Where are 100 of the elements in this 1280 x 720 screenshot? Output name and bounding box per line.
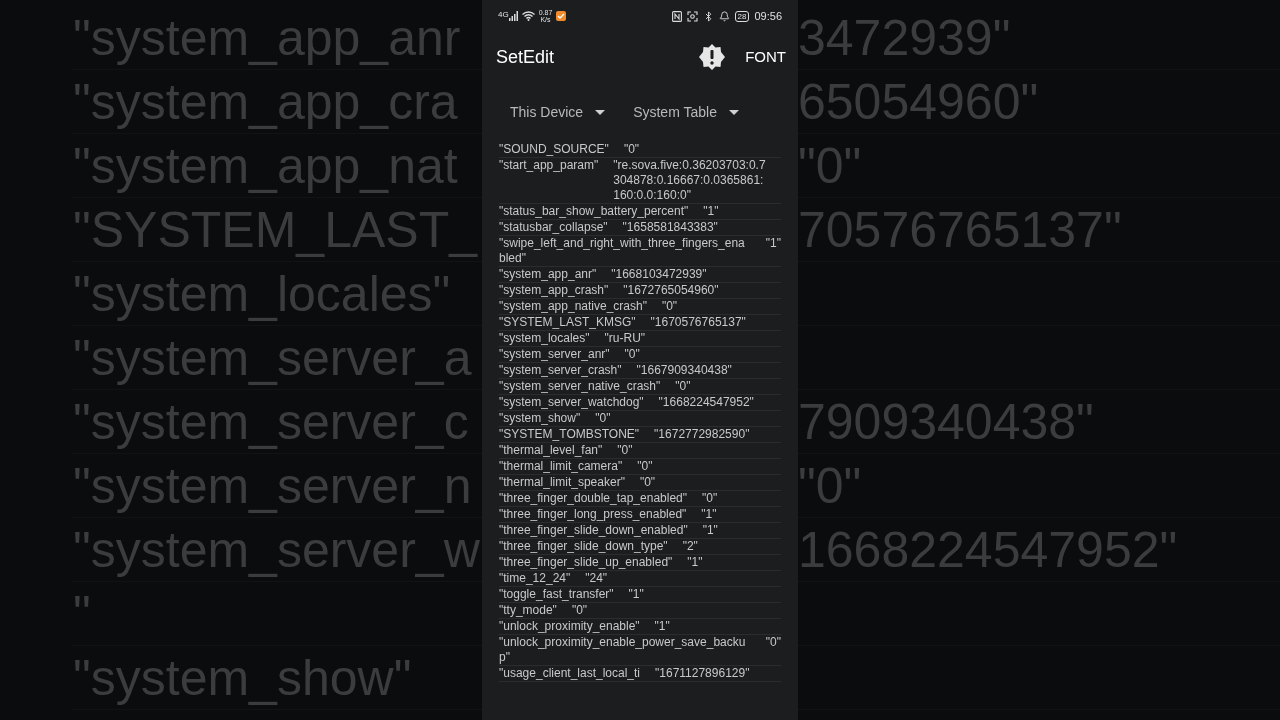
setting-value: "1671127896129" <box>655 666 750 681</box>
setting-row[interactable]: "SYSTEM_LAST_KMSG" "1670576765137" <box>499 315 781 331</box>
setting-row[interactable]: "system_server_watchdog" "1668224547952" <box>499 395 781 411</box>
wifi-icon <box>521 11 535 21</box>
setting-row[interactable]: "system_show" "0" <box>499 411 781 427</box>
setting-key: "status_bar_show_battery_percent" <box>499 204 689 219</box>
setting-value: "1" <box>628 587 644 602</box>
setting-key: "tty_mode" <box>499 603 557 618</box>
setting-key: "unlock_proximity_enable" <box>499 619 640 634</box>
setting-value: "1" <box>703 204 719 219</box>
setting-key: "thermal_limit_speaker" <box>499 475 625 490</box>
setting-row[interactable]: "system_app_anr" "1668103472939" <box>499 267 781 283</box>
setting-row[interactable]: "three_finger_slide_down_enabled" "1" <box>499 523 781 539</box>
setting-value: "0" <box>661 299 678 314</box>
setting-row[interactable]: "system_locales" "ru-RU" <box>499 331 781 347</box>
dropdown-selector[interactable]: This Device <box>510 101 610 123</box>
setting-key: "three_finger_double_tap_enabled" <box>499 491 687 506</box>
setting-value: "0" <box>571 603 588 618</box>
setting-row[interactable]: "time_12_24" "24" <box>499 571 781 587</box>
setting-row[interactable]: "start_app_param" "re.sova.five:0.36203703:0.7304878:0.16667:0.0365861:160:0.0:160:0" <box>499 158 781 204</box>
setting-row[interactable]: "tty_mode" "0" <box>499 603 781 619</box>
app-title: SetEdit <box>496 45 555 69</box>
setting-row[interactable]: "statusbar_collapse" "1658581843383" <box>499 220 781 236</box>
setting-key: "unlock_proximity_enable_power_save_backup" <box>499 635 751 665</box>
setting-value: "1667909340438" <box>636 363 732 378</box>
app-notification-icon <box>556 11 567 21</box>
setting-key: "system_server_watchdog" <box>499 395 644 410</box>
setting-key: "system_app_crash" <box>499 283 609 298</box>
signal-icon <box>508 11 518 21</box>
setting-row[interactable]: "three_finger_slide_down_type" "2" <box>499 539 781 555</box>
setting-key: "SOUND_SOURCE" <box>499 142 609 157</box>
setting-value: "0" <box>623 142 640 157</box>
setting-key: "system_app_anr" <box>499 267 597 282</box>
setting-row[interactable]: "swipe_left_and_right_with_three_fingers_enabled" "1" <box>499 236 781 267</box>
setting-row[interactable]: "system_server_crash" "1667909340438" <box>499 363 781 379</box>
setting-key: "system_server_anr" <box>499 347 610 362</box>
setting-row[interactable]: "system_app_crash" "1672765054960" <box>499 283 781 299</box>
setting-row[interactable]: "unlock_proximity_enable" "1" <box>499 619 781 635</box>
setting-key: "three_finger_slide_up_enabled" <box>499 555 673 570</box>
screenshot-icon <box>686 10 698 22</box>
setting-row[interactable]: "thermal_level_fan" "0" <box>499 443 781 459</box>
clock: 09:56 <box>754 8 782 24</box>
backdrop-text: " <box>73 584 91 644</box>
font-button[interactable]: FONT <box>741 45 790 69</box>
caret-icon <box>728 109 739 115</box>
setting-row[interactable]: "system_server_native_crash" "0" <box>499 379 781 395</box>
setting-value: "0" <box>617 443 633 458</box>
setting-key: "system_locales" <box>499 331 590 346</box>
setting-row[interactable]: "system_server_anr" "0" <box>499 347 781 363</box>
setting-key: "system_app_native_crash" <box>499 299 647 314</box>
setting-value: "1" <box>701 507 717 522</box>
setting-value: "1" <box>654 619 670 634</box>
setting-row[interactable]: "thermal_limit_speaker" "0" <box>499 475 781 491</box>
setting-value: "ru-RU" <box>604 331 646 346</box>
setting-key: "SYSTEM_TOMBSTONE" <box>499 427 640 442</box>
caret-icon <box>595 109 606 115</box>
setting-row[interactable]: "three_finger_double_tap_enabled" "0" <box>499 491 781 507</box>
setting-row[interactable]: "SOUND_SOURCE" "0" <box>499 142 781 158</box>
setting-key: "thermal_level_fan" <box>499 443 603 458</box>
setting-key: "statusbar_collapse" <box>499 220 608 235</box>
dropdown-selector[interactable]: System Table <box>633 101 743 123</box>
setting-row[interactable]: "three_finger_long_press_enabled" "1" <box>499 507 781 523</box>
setting-value: "1668224547952" <box>658 395 754 410</box>
setting-row[interactable]: "toggle_fast_transfer" "1" <box>499 587 781 603</box>
setting-row[interactable]: "unlock_proximity_enable_power_save_backup" "0" <box>499 635 781 666</box>
setting-value: "1672765054960" <box>623 283 719 298</box>
setting-row[interactable]: "thermal_limit_camera" "0" <box>499 459 781 475</box>
setting-key: "three_finger_slide_down_type" <box>499 539 668 554</box>
setting-value: "re.sova.five:0.36203703:0.7304878:0.16667:0.0365861:160:0.0:160:0" <box>613 158 767 203</box>
setting-row[interactable]: "system_app_native_crash" "0" <box>499 299 781 315</box>
setting-key: "toggle_fast_transfer" <box>499 587 614 602</box>
setting-value: "1" <box>702 523 718 538</box>
setting-row[interactable]: "status_bar_show_battery_percent" "1" <box>499 204 781 220</box>
setting-value: "1" <box>687 555 703 570</box>
setting-value: "1672772982590" <box>654 427 750 442</box>
setting-value: "0" <box>765 635 781 651</box>
setting-key: "system_show" <box>499 411 581 426</box>
setting-key: "time_12_24" <box>499 571 571 586</box>
setting-value: "2" <box>682 539 698 554</box>
setting-value: "1670576765137" <box>650 315 746 330</box>
setting-key: "usage_client_last_local_ti <box>499 666 641 681</box>
alert-icon[interactable] <box>699 44 726 70</box>
setting-value: "0" <box>702 491 718 506</box>
setting-key: "three_finger_long_press_enabled" <box>499 507 687 522</box>
setting-key: "system_server_crash" <box>499 363 622 378</box>
setting-value: "1658581843383" <box>622 220 718 235</box>
setting-row[interactable]: "three_finger_slide_up_enabled" "1" <box>499 555 781 571</box>
setting-row[interactable]: "SYSTEM_TOMBSTONE" "1672772982590" <box>499 427 781 443</box>
nfc-icon <box>671 10 682 22</box>
setting-key: "swipe_left_and_right_with_three_fingers_enabled" <box>499 236 751 266</box>
network-label: 4G <box>498 11 509 19</box>
setting-row[interactable]: "usage_client_last_local_ti "1671127896129" <box>499 666 781 682</box>
setting-value: "0" <box>624 347 640 362</box>
setting-key: "start_app_param" <box>499 158 599 203</box>
setting-key: "three_finger_slide_down_enabled" <box>499 523 688 538</box>
setting-key: "system_server_native_crash" <box>499 379 661 394</box>
setting-value: "24" <box>585 571 608 586</box>
battery-indicator: 28 <box>734 10 750 22</box>
setting-value: "0" <box>639 475 656 490</box>
setting-key: "thermal_limit_camera" <box>499 459 623 474</box>
